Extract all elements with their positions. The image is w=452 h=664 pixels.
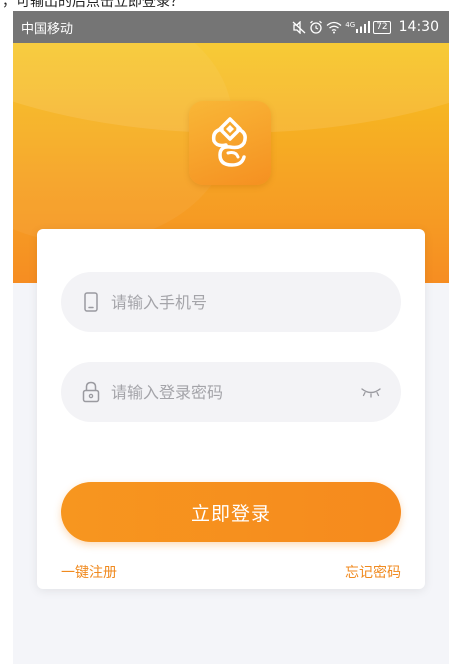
login-button[interactable]: 立即登录 bbox=[61, 482, 401, 542]
phone-icon bbox=[81, 291, 101, 313]
status-time: 14:30 bbox=[398, 19, 439, 35]
login-card: 立即登录 一键注册 忘记密码 bbox=[37, 229, 425, 589]
eye-closed-icon[interactable] bbox=[359, 384, 383, 400]
phone-field[interactable] bbox=[61, 272, 401, 332]
app-logo-icon bbox=[211, 117, 247, 167]
app-logo bbox=[189, 101, 271, 185]
battery-indicator: 72 bbox=[373, 20, 391, 34]
cropped-caption: ，可输出的后点击立即登录？ bbox=[0, 0, 452, 10]
signal-icon bbox=[356, 21, 371, 33]
mute-icon bbox=[292, 20, 306, 34]
alarm-icon bbox=[310, 20, 323, 34]
password-input[interactable] bbox=[111, 382, 359, 402]
phone-screen: 中国移动 4G 72 14:30 请输入手机号 立即登录 一键注册 忘记密码 bbox=[13, 11, 449, 664]
network-type-label: 4G bbox=[345, 21, 356, 29]
phone-input[interactable] bbox=[111, 292, 383, 312]
status-icons: 4G 72 bbox=[292, 20, 391, 34]
status-bar: 中国移动 4G 72 14:30 bbox=[13, 11, 449, 43]
wifi-icon bbox=[326, 21, 342, 33]
carrier-label: 中国移动 bbox=[21, 21, 74, 37]
status-right: 4G 72 14:30 bbox=[292, 19, 439, 35]
password-field[interactable] bbox=[61, 362, 401, 422]
caption-text: ，可输出的后点击立即登录？ bbox=[2, 0, 184, 10]
lock-icon bbox=[81, 381, 101, 403]
forgot-password-link[interactable]: 忘记密码 bbox=[345, 562, 401, 582]
register-link[interactable]: 一键注册 bbox=[61, 562, 117, 582]
